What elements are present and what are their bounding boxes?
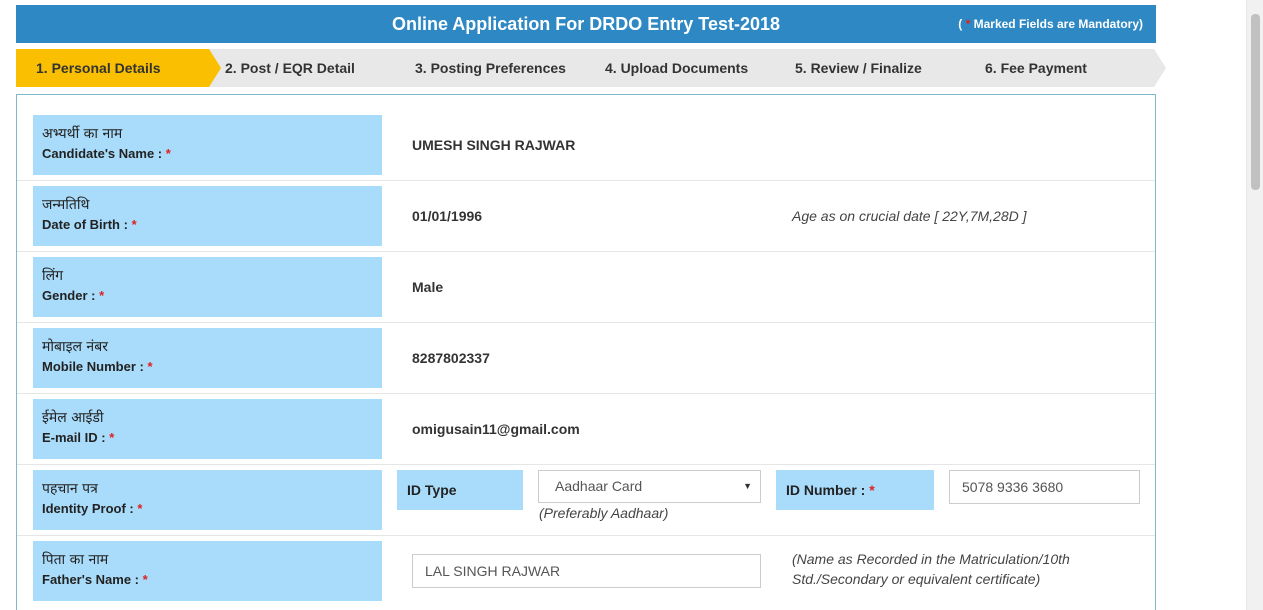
candidate-name-value: UMESH SINGH RAJWAR bbox=[412, 137, 576, 153]
mandatory-note: ( * Marked Fields are Mandatory) bbox=[958, 17, 1143, 31]
candidate-name-label: अभ्यर्थी का नाम Candidate's Name : * bbox=[33, 115, 382, 175]
step-review-finalize[interactable]: 5. Review / Finalize bbox=[779, 49, 982, 87]
personal-details-form: अभ्यर्थी का नाम Candidate's Name : * UME… bbox=[16, 94, 1156, 610]
dob-value: 01/01/1996 bbox=[412, 208, 483, 224]
step-post-eqr-detail[interactable]: 2. Post / EQR Detail bbox=[209, 49, 412, 87]
age-note: Age as on crucial date [ 22Y,7M,28D ] bbox=[792, 208, 1027, 224]
id-number-label: ID Number : * bbox=[776, 470, 934, 510]
step-fee-payment[interactable]: 6. Fee Payment bbox=[969, 49, 1166, 87]
step-personal-details[interactable]: 1. Personal Details bbox=[16, 49, 222, 87]
email-label: ईमेल आईडी E-mail ID : * bbox=[33, 399, 382, 459]
father-name-field[interactable]: LAL SINGH RAJWAR bbox=[412, 554, 761, 588]
father-name-row: पिता का नाम Father's Name : * LAL SINGH … bbox=[17, 536, 1155, 610]
email-row: ईमेल आईडी E-mail ID : * omigusain11@gmai… bbox=[17, 394, 1155, 465]
id-type-select[interactable]: Aadhaar Card ▼ bbox=[538, 470, 761, 503]
identity-proof-label: पहचान पत्र Identity Proof : * bbox=[33, 470, 382, 530]
identity-proof-row: पहचान पत्र Identity Proof : * ID Type Aa… bbox=[17, 465, 1155, 536]
father-name-note-line1: (Name as Recorded in the Matriculation/1… bbox=[792, 551, 1070, 567]
father-name-label: पिता का नाम Father's Name : * bbox=[33, 541, 382, 601]
gender-label: लिंग Gender : * bbox=[33, 257, 382, 317]
id-type-hint: (Preferably Aadhaar) bbox=[539, 505, 669, 521]
father-name-note-line2: Std./Secondary or equivalent certificate… bbox=[792, 571, 1041, 587]
mobile-row: मोबाइल नंबर Mobile Number : * 8287802337 bbox=[17, 323, 1155, 394]
step-posting-preferences[interactable]: 3. Posting Preferences bbox=[399, 49, 602, 87]
email-value: omigusain11@gmail.com bbox=[412, 421, 580, 437]
chevron-down-icon: ▼ bbox=[743, 481, 752, 491]
page-scrollbar[interactable] bbox=[1246, 0, 1263, 610]
dob-row: जन्मतिथि Date of Birth : * 01/01/1996 Ag… bbox=[17, 181, 1155, 252]
scrollbar-thumb[interactable] bbox=[1251, 14, 1260, 190]
mobile-label: मोबाइल नंबर Mobile Number : * bbox=[33, 328, 382, 388]
title-bar: Online Application For DRDO Entry Test-2… bbox=[16, 5, 1156, 43]
id-type-label: ID Type bbox=[397, 470, 523, 510]
gender-row: लिंग Gender : * Male bbox=[17, 252, 1155, 323]
dob-label: जन्मतिथि Date of Birth : * bbox=[33, 186, 382, 246]
gender-value: Male bbox=[412, 279, 444, 295]
step-upload-documents[interactable]: 4. Upload Documents bbox=[589, 49, 792, 87]
candidate-name-row: अभ्यर्थी का नाम Candidate's Name : * UME… bbox=[17, 105, 1155, 181]
id-number-field[interactable]: 5078 9336 3680 bbox=[949, 470, 1140, 504]
application-page: Online Application For DRDO Entry Test-2… bbox=[0, 0, 1263, 610]
mobile-value: 8287802337 bbox=[412, 350, 490, 366]
step-wizard: 1. Personal Details 2. Post / EQR Detail… bbox=[16, 49, 1166, 87]
